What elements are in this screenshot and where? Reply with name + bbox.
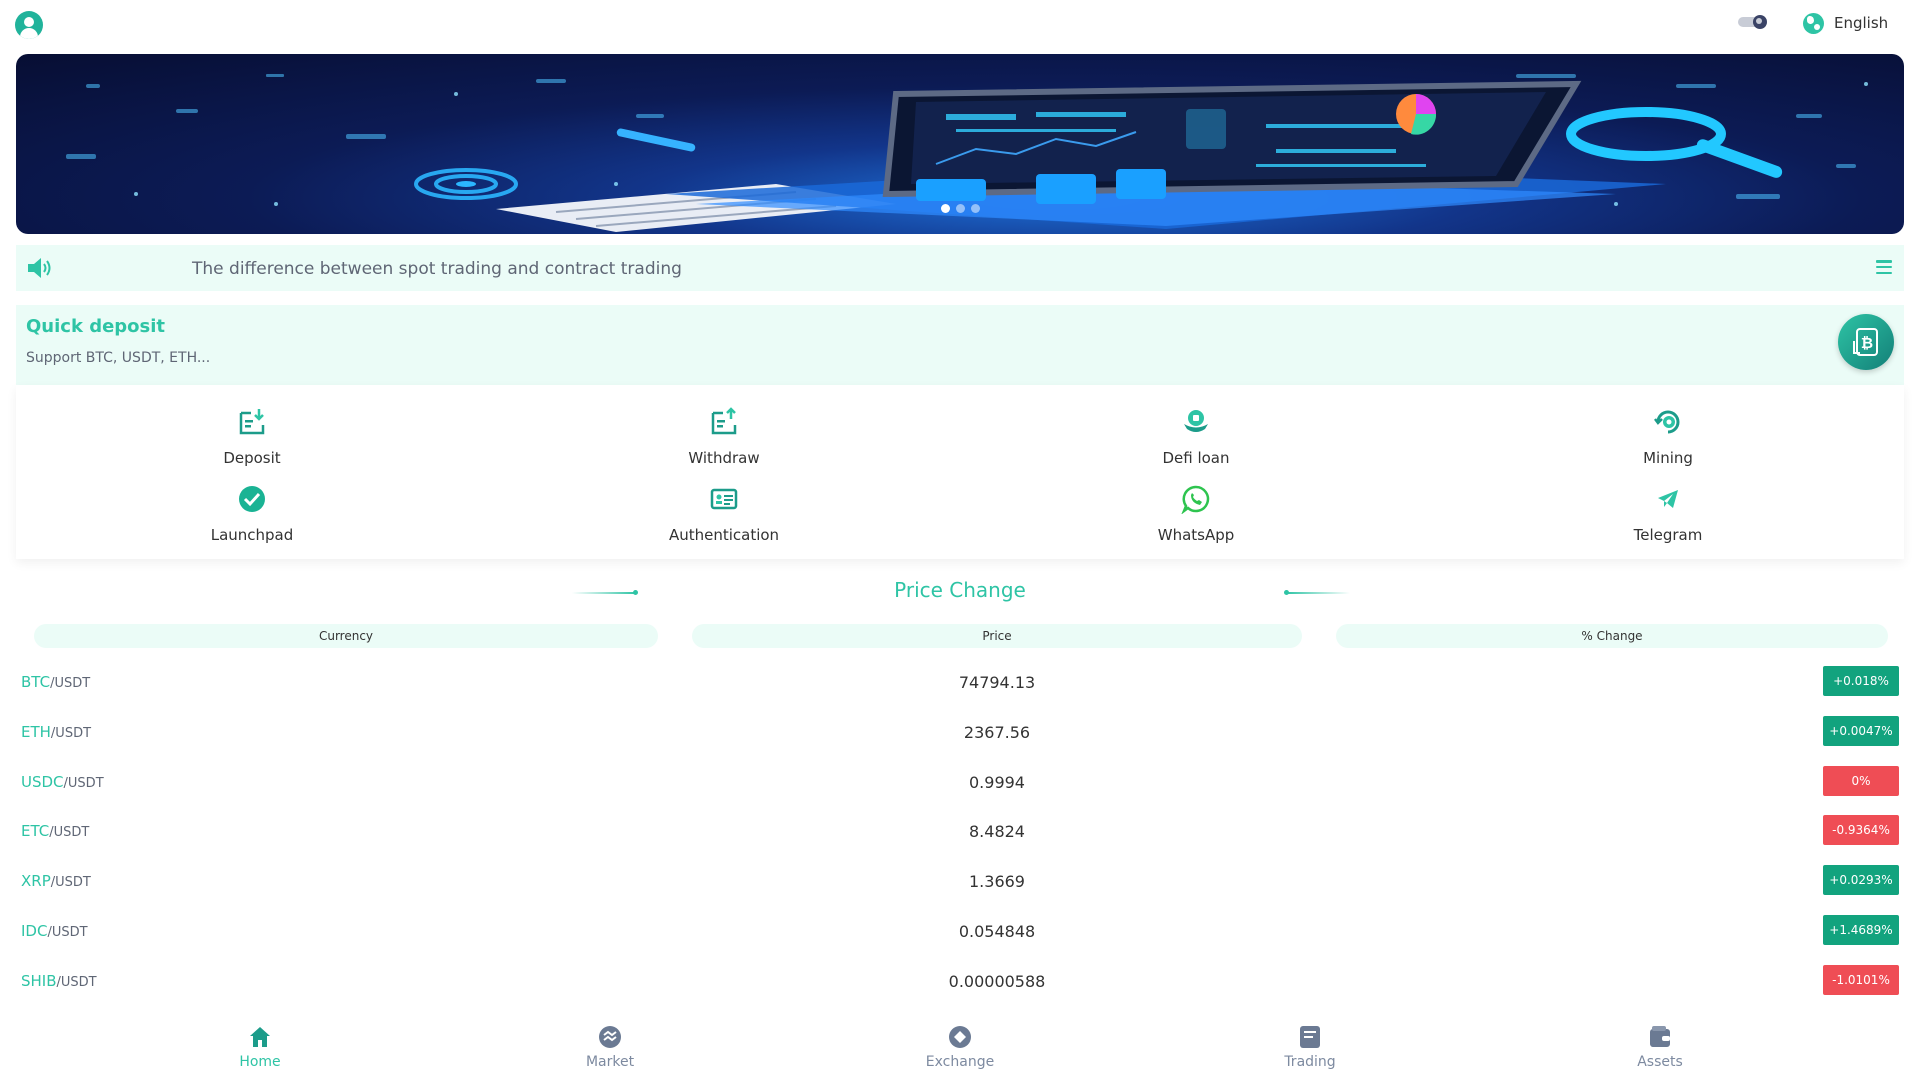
action-whatsapp[interactable]: WhatsApp (1096, 484, 1296, 544)
table-row[interactable]: BTC/USDT 74794.13 +0.018% (0, 663, 1920, 703)
price-change-title: Price Change (894, 578, 1026, 602)
action-label: WhatsApp (1157, 526, 1235, 544)
change-badge[interactable]: +1.4689% (1823, 915, 1899, 945)
tab-label: Home (239, 1054, 281, 1070)
market-icon (599, 1026, 621, 1048)
top-header: English (0, 0, 1920, 46)
price-value: 8.4824 (969, 822, 1025, 841)
change-badge[interactable]: 0% (1823, 766, 1899, 796)
change-badge[interactable]: +0.0293% (1823, 865, 1899, 895)
checkmark-icon (239, 486, 265, 512)
action-label: Deposit (223, 449, 281, 467)
table-row[interactable]: USDC/USDT 0.9994 0% (0, 763, 1920, 803)
action-grid: Deposit Withdraw Defi loan Mining Launch… (16, 385, 1904, 559)
notice-bar[interactable]: The difference between spot trading and … (16, 245, 1904, 291)
dark-mode-toggle-icon[interactable] (1738, 15, 1767, 29)
action-label: Telegram (1633, 526, 1703, 544)
action-label: Authentication (668, 526, 780, 544)
action-launchpad[interactable]: Launchpad (152, 484, 352, 544)
home-icon (250, 1027, 270, 1047)
action-label: Mining (1643, 449, 1693, 467)
action-label: Launchpad (210, 526, 294, 544)
tab-exchange[interactable]: Exchange (900, 1025, 1020, 1070)
table-row[interactable]: ETC/USDT 8.4824 -0.9364% (0, 812, 1920, 852)
action-label: Withdraw (688, 449, 760, 467)
price-value: 1.3669 (969, 872, 1025, 891)
promo-banner[interactable] (16, 54, 1904, 234)
price-value: 0.054848 (958, 922, 1036, 941)
wallet-icon (1650, 1026, 1670, 1047)
mining-icon (1654, 410, 1680, 434)
tab-label: Assets (1637, 1054, 1683, 1070)
user-avatar-icon[interactable] (15, 11, 43, 39)
carousel-dot[interactable] (940, 204, 950, 213)
table-row[interactable]: ETH/USDT 2367.56 +0.0047% (0, 713, 1920, 753)
carousel-indicator (16, 204, 1904, 213)
action-label: Defi loan (1162, 449, 1230, 467)
tab-home[interactable]: Home (200, 1025, 320, 1070)
price-value: 74794.13 (958, 673, 1036, 692)
price-value: 0.9994 (969, 773, 1025, 792)
column-header-price[interactable]: Price (692, 624, 1302, 648)
action-telegram[interactable]: Telegram (1568, 484, 1768, 544)
tab-trading[interactable]: Trading (1250, 1025, 1370, 1070)
language-selector[interactable]: English (1803, 12, 1888, 34)
column-header-change[interactable]: % Change (1336, 624, 1888, 648)
language-label: English (1834, 14, 1889, 32)
telegram-icon (1658, 490, 1678, 508)
tab-assets[interactable]: Assets (1600, 1025, 1720, 1070)
action-mining[interactable]: Mining (1568, 407, 1768, 467)
table-row[interactable]: IDC/USDT 0.054848 +1.4689% (0, 912, 1920, 952)
change-badge[interactable]: +0.0047% (1823, 716, 1899, 746)
bitcoin-deposit-icon[interactable]: ₿ (1838, 314, 1894, 370)
carousel-dot[interactable] (955, 204, 965, 213)
id-card-icon (710, 488, 738, 510)
table-row[interactable]: XRP/USDT 1.3669 +0.0293% (0, 862, 1920, 902)
defi-loan-icon (1184, 410, 1208, 432)
action-authentication[interactable]: Authentication (624, 484, 824, 544)
svg-text:₿: ₿ (1861, 334, 1873, 352)
change-badge[interactable]: +0.018% (1823, 666, 1899, 696)
quick-deposit-subtitle: Support BTC, USDT, ETH... (26, 350, 211, 366)
tab-label: Exchange (925, 1054, 995, 1070)
whatsapp-icon (1181, 485, 1210, 515)
tab-market[interactable]: Market (550, 1025, 670, 1070)
withdraw-icon (711, 407, 737, 435)
change-badge[interactable]: -0.9364% (1823, 815, 1899, 845)
action-deposit[interactable]: Deposit (152, 407, 352, 467)
action-withdraw[interactable]: Withdraw (624, 407, 824, 467)
change-badge[interactable]: -1.0101% (1823, 965, 1899, 995)
notice-text[interactable]: The difference between spot trading and … (192, 259, 682, 279)
carousel-dot[interactable] (970, 204, 980, 213)
bottom-tab-bar: Home Market Exchange Trading Assets (0, 1017, 1920, 1080)
deposit-icon (239, 409, 265, 435)
hamburger-menu-icon[interactable] (1876, 260, 1892, 274)
price-change-header: Price Change (0, 578, 1920, 602)
trading-icon (1300, 1026, 1320, 1048)
tab-label: Market (585, 1054, 635, 1070)
speaker-icon (28, 258, 51, 278)
quick-deposit-title: Quick deposit (26, 316, 166, 337)
price-value: 0.00000588 (948, 972, 1046, 991)
action-defi-loan[interactable]: Defi loan (1096, 407, 1296, 467)
quick-deposit-card[interactable]: Quick deposit Support BTC, USDT, ETH... … (16, 305, 1904, 385)
exchange-icon (949, 1026, 971, 1048)
globe-icon (1803, 12, 1824, 34)
price-value: 2367.56 (963, 723, 1031, 742)
table-row[interactable]: SHIB/USDT 0.00000588 -1.0101% (0, 962, 1920, 1002)
title-decoration-right (1284, 590, 1350, 595)
column-header-currency[interactable]: Currency (34, 624, 658, 648)
tab-label: Trading (1284, 1054, 1336, 1070)
